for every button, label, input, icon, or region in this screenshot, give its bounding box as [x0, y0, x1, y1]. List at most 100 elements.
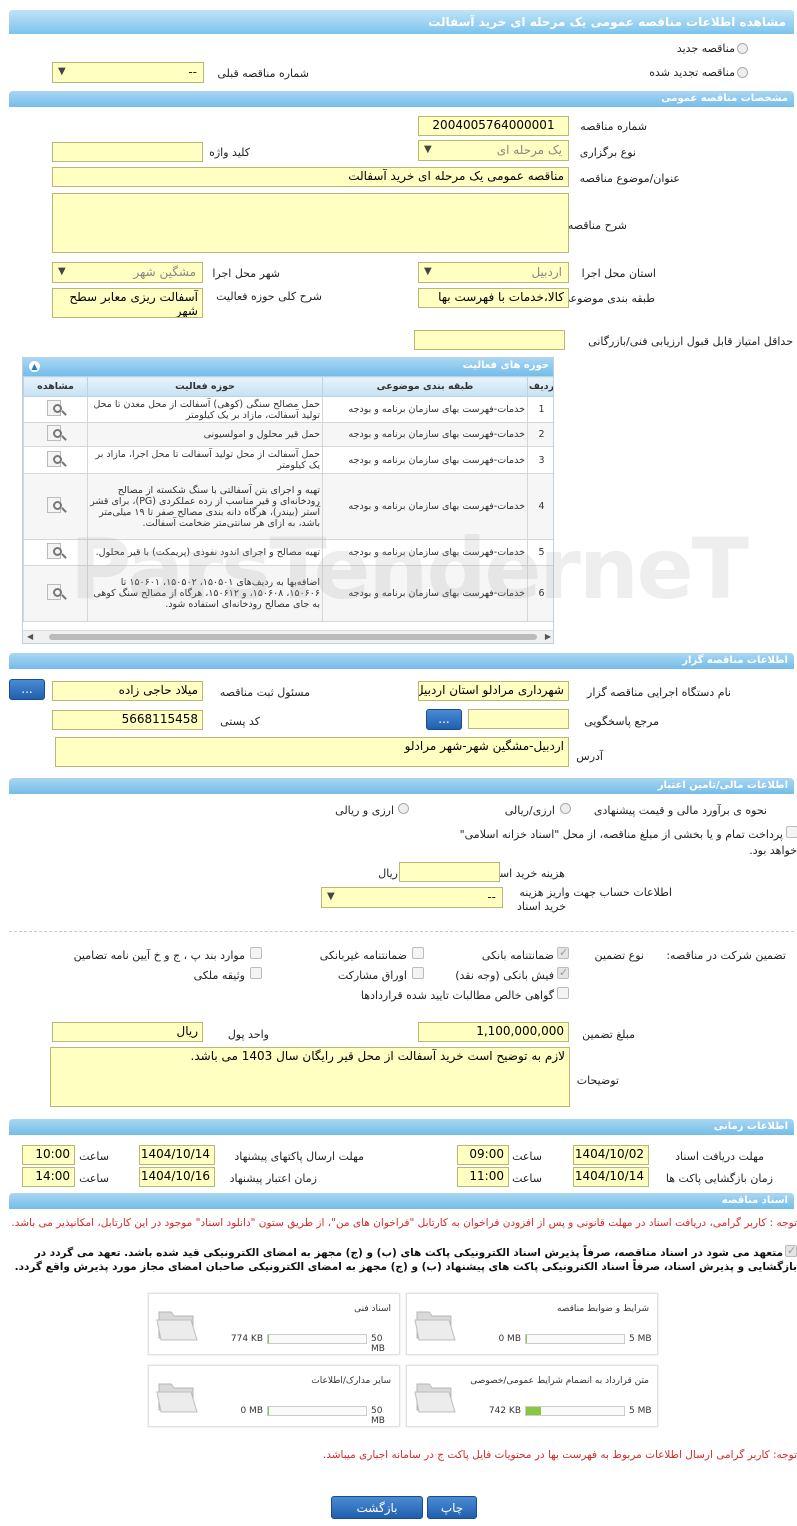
account-label-2: خرید اسناد	[516, 900, 566, 913]
magnifier-icon[interactable]	[45, 399, 67, 417]
card-other[interactable]: سایر مدارک/اطلاعات 0 MB 50 MB	[148, 1365, 400, 1427]
g1-checkbox[interactable]: ✓	[557, 946, 569, 959]
registrar-field[interactable]: میلاد حاجی زاده	[52, 681, 203, 701]
prev-tender-value: --	[188, 65, 197, 79]
type-select[interactable]: یک مرحله ای ▼	[418, 140, 569, 161]
table-row: 3 خدمات-فهرست بهای سازمان برنامه و بودجه ح…	[23, 446, 553, 474]
subject-label: عنوان/موضوع مناقصه	[579, 172, 680, 185]
tender-number-label: شماره مناقصه	[580, 120, 647, 133]
section-general-header: مشخصات مناقصه عمومی	[9, 91, 794, 107]
doc-receive-date[interactable]: 1404/10/02	[573, 1145, 649, 1165]
g2-checkbox[interactable]	[412, 947, 424, 959]
guarantee-label: تضمین شرکت در مناقصه:	[666, 949, 786, 962]
city-select[interactable]: مشگین شهر ▼	[52, 262, 203, 283]
doc-receive-time[interactable]: 09:00	[457, 1145, 509, 1165]
card-progress-fill	[268, 1335, 270, 1343]
card-terms[interactable]: شرایط و ضوابط مناقصه 0 MB 5 MB	[406, 1293, 658, 1355]
treasury-checkbox[interactable]	[786, 826, 797, 838]
horizontal-scrollbar[interactable]: ◀ ▶	[23, 630, 553, 643]
notes-field[interactable]: لازم به توضیح است خرید آسفالت از محل قیر…	[50, 1047, 570, 1107]
radio-rial[interactable]	[560, 803, 571, 814]
section-holder-header: اطلاعات مناقصه گزار	[9, 653, 794, 669]
send-label: مهلت ارسال پاکتهای پیشنهاد	[234, 1150, 364, 1163]
magnifier-icon[interactable]	[45, 583, 67, 601]
prev-tender-label: شماره مناقصه قبلی	[217, 67, 309, 80]
card-progress-bar	[525, 1406, 625, 1416]
prev-tender-select[interactable]: -- ▼	[52, 62, 204, 83]
time-word: ساعت	[79, 1172, 109, 1185]
row-activity: حمل قیر محلول و امولسیونی	[87, 422, 323, 447]
address-field[interactable]: اردبیل-مشگین شهر-شهر مرادلو	[55, 737, 569, 767]
magnifier-icon[interactable]	[45, 496, 67, 514]
send-date[interactable]: 1404/10/14	[139, 1145, 215, 1165]
g4-checkbox[interactable]: ✓	[557, 966, 569, 979]
org-field[interactable]: شهرداری مرادلو استان اردبیل	[418, 681, 569, 701]
radio-renewed-tender[interactable]	[737, 67, 748, 78]
validity-label: زمان اعتبار پیشنهاد	[229, 1172, 317, 1185]
chevron-down-icon: ▼	[58, 66, 66, 77]
ref-field[interactable]	[468, 709, 569, 729]
g3-checkbox[interactable]	[250, 947, 262, 959]
card-current-size: 742 KB	[488, 1406, 521, 1416]
account-select[interactable]: -- ▼	[321, 887, 503, 908]
print-button[interactable]: چاپ	[427, 1496, 477, 1519]
magnifier-icon[interactable]	[45, 450, 67, 468]
validity-time[interactable]: 14:00	[22, 1167, 75, 1187]
magnifier-icon[interactable]	[45, 542, 67, 560]
magnifier-icon[interactable]	[45, 424, 67, 442]
ref-lookup-button[interactable]: ...	[426, 709, 462, 730]
g6-checkbox[interactable]	[250, 967, 262, 979]
currency-field[interactable]: ریال	[52, 1022, 203, 1042]
open-time[interactable]: 11:00	[457, 1167, 509, 1187]
activities-header: حوزه های فعالیت ▲	[23, 358, 553, 376]
scroll-thumb[interactable]	[49, 634, 537, 640]
radio-currency-label: ارزی و ریالی	[335, 804, 394, 817]
doc-cost-field[interactable]	[399, 862, 500, 882]
card-title: شرایط و ضوابط مناقصه	[556, 1304, 649, 1314]
card-title: سایر مدارک/اطلاعات	[311, 1376, 391, 1386]
card-contract[interactable]: متن قرارداد به انضمام شرایط عمومی/خصوصی 7…	[406, 1365, 658, 1427]
province-select[interactable]: اردبیل ▼	[418, 262, 569, 283]
section-financial-header: اطلاعات مالی/تامین اعتبار	[9, 778, 794, 794]
card-progress-bar	[525, 1334, 625, 1344]
registrar-lookup-button[interactable]: ...	[9, 679, 45, 700]
card-current-size: 0 MB	[498, 1334, 521, 1344]
desc-field[interactable]	[52, 193, 569, 253]
g7-checkbox[interactable]	[557, 987, 569, 999]
time-word: ساعت	[512, 1172, 542, 1185]
open-date[interactable]: 1404/10/14	[573, 1167, 649, 1187]
g5-checkbox[interactable]	[412, 967, 424, 979]
postal-field[interactable]: 5668115458	[52, 710, 203, 730]
doc-receive-label: مهلت دریافت اسناد	[675, 1150, 764, 1163]
scroll-right-icon[interactable]: ▶	[545, 632, 551, 641]
activity-desc-field[interactable]: آسفالت ریزی معابر سطح شهر	[52, 288, 203, 318]
card-progress-bar	[267, 1406, 367, 1416]
folder-icon	[155, 1376, 199, 1419]
radio-currency[interactable]	[398, 803, 409, 814]
city-value: مشگین شهر	[133, 265, 196, 279]
view-cell	[23, 422, 88, 447]
amount-field[interactable]: 1,100,000,000	[418, 1022, 569, 1042]
check-icon: ✓	[559, 966, 569, 979]
back-button[interactable]: بازگشت	[331, 1496, 423, 1519]
section-financial-title: اطلاعات مالی/تامین اعتبار	[657, 780, 788, 791]
category-field[interactable]: کالا،خدمات با فهرست بها	[418, 288, 569, 308]
divider	[9, 931, 794, 932]
keyword-field[interactable]	[52, 142, 203, 162]
row-activity: حمل مصالح سنگی (کوهی) آسفالت از محل معدن…	[87, 396, 323, 423]
tender-number-field[interactable]: 2004005764000001	[418, 116, 569, 136]
amount-label: مبلغ تضمین	[582, 1028, 635, 1041]
collapse-icon[interactable]: ▲	[29, 361, 40, 372]
min-score-field[interactable]	[414, 330, 565, 350]
card-technical[interactable]: اسناد فنی 774 KB 50 MB	[148, 1293, 400, 1355]
subject-field[interactable]: مناقصه عمومی یک مرحله ای خرید آسفالت	[52, 167, 569, 187]
validity-date[interactable]: 1404/10/16	[139, 1167, 215, 1187]
row-category: خدمات-فهرست بهای سازمان برنامه و بودجه	[322, 422, 528, 447]
g6-label: وثیقه ملکی	[193, 969, 245, 982]
radio-new-tender[interactable]	[737, 43, 748, 54]
scroll-left-icon[interactable]: ◀	[27, 632, 33, 641]
doc-cost-unit: ریال	[378, 867, 398, 880]
card-max-size: 50 MB	[371, 1406, 385, 1426]
postal-label: کد پستی	[220, 715, 260, 728]
send-time[interactable]: 10:00	[22, 1145, 75, 1165]
